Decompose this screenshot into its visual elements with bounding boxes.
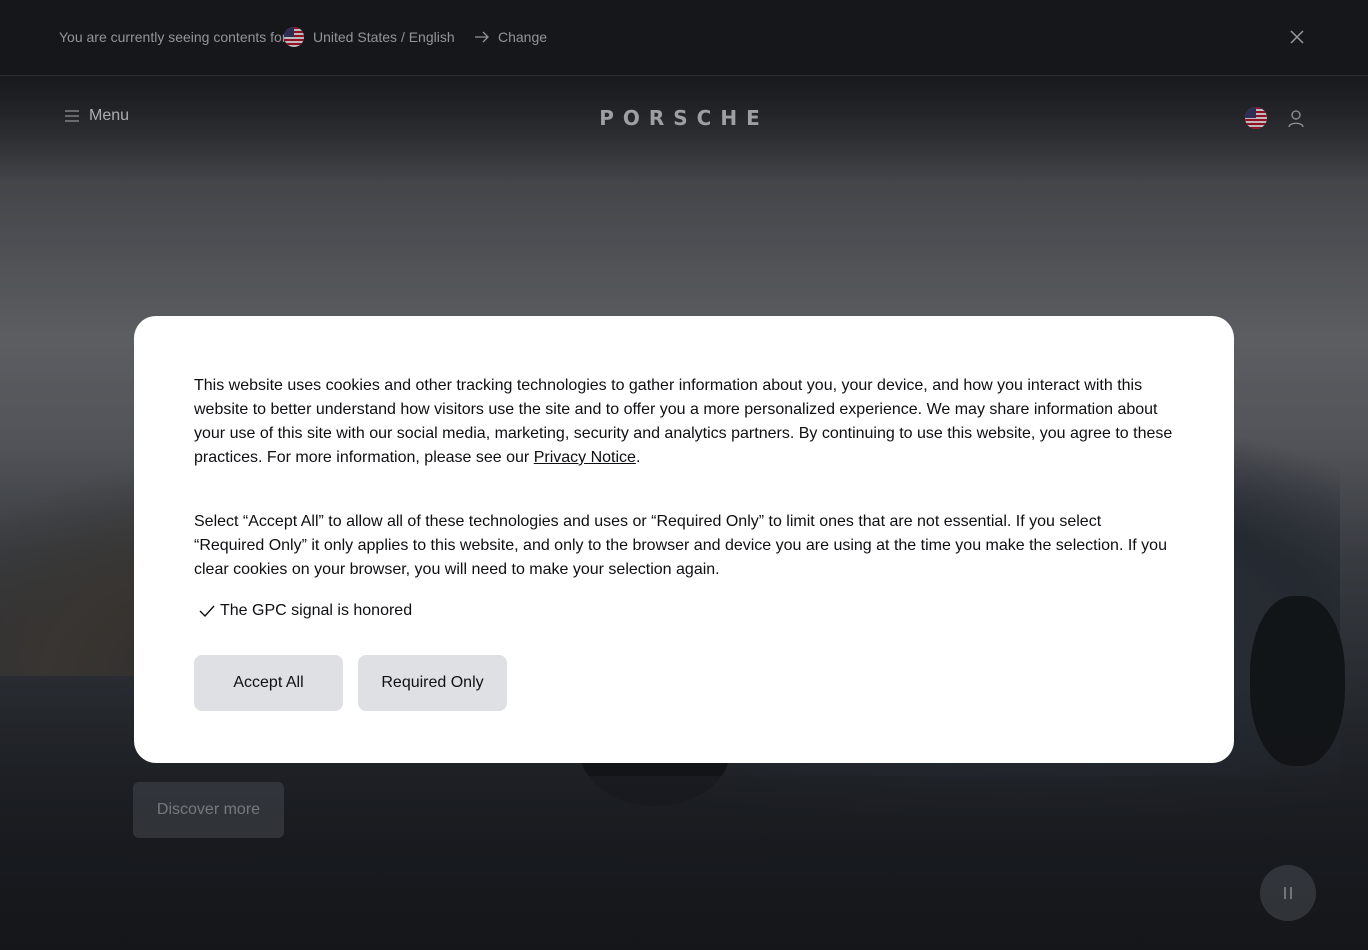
cookie-intro-body: This website uses cookies and other trac… — [194, 377, 1173, 466]
cookie-intro-end: . — [635, 449, 641, 466]
gpc-label: The GPC signal is honored — [220, 602, 413, 619]
cookie-consent-dialog: This website uses cookies and other trac… — [134, 316, 1234, 763]
checkmark-icon — [199, 605, 215, 618]
privacy-notice-link[interactable]: Privacy Notice — [534, 449, 636, 466]
cookie-intro-text: This website uses cookies and other trac… — [194, 374, 1174, 470]
accept-all-button[interactable]: Accept All — [194, 655, 343, 711]
cookie-selection-text: Select “Accept All” to allow all of thes… — [194, 513, 1167, 578]
required-only-button[interactable]: Required Only — [358, 655, 507, 711]
gpc-status: The GPC signal is honored — [198, 602, 412, 620]
